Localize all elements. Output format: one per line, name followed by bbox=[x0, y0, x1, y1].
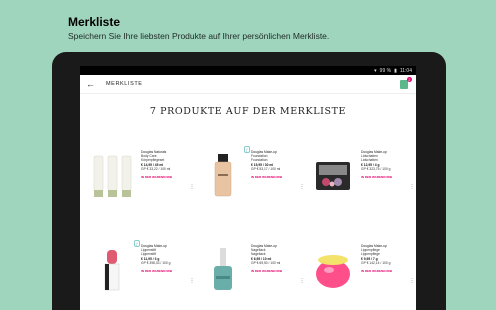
more-options-icon[interactable]: · · · bbox=[411, 182, 413, 192]
product-card[interactable]: Douglas Naturals Body Care Körperpfleges… bbox=[88, 142, 198, 212]
promo-subtitle: Speichern Sie Ihre liebsten Produkte auf… bbox=[68, 31, 330, 41]
more-options-icon[interactable]: · · · bbox=[191, 276, 193, 286]
status-bar: ▾ 99 % ▮ 11:04 bbox=[80, 66, 416, 75]
add-to-cart-link[interactable]: IN DER WARENKORB bbox=[361, 175, 409, 179]
more-options-icon[interactable]: · · · bbox=[411, 276, 413, 286]
product-base-price: GP € 398,33 / 100 g bbox=[141, 260, 171, 265]
product-card[interactable]: Douglas Make-up Nagellack Nagellack € 6,… bbox=[198, 236, 308, 306]
product-image[interactable] bbox=[88, 142, 138, 200]
product-card[interactable]: Douglas Make-up Lidschatten Lidschatten … bbox=[308, 142, 416, 212]
back-arrow-icon[interactable]: ← bbox=[86, 79, 100, 89]
app-screen: ▾ 99 % ▮ 11:04 ← MERKLISTE 2 7 PRODUKTE … bbox=[80, 66, 416, 310]
product-base-price: GP € 142,14 / 100 g bbox=[361, 260, 391, 265]
add-to-cart-link[interactable]: IN DER WARENKORB bbox=[141, 175, 189, 179]
add-to-cart-link[interactable]: IN DER WARENKORB bbox=[141, 269, 189, 273]
more-options-icon[interactable]: · · · bbox=[191, 182, 193, 192]
shopping-bag-icon[interactable] bbox=[400, 80, 408, 89]
add-to-cart-link[interactable]: IN DER WARENKORB bbox=[251, 269, 299, 273]
page-title: MERKLISTE bbox=[106, 81, 143, 87]
app-bar: ← MERKLISTE 2 bbox=[80, 75, 416, 94]
battery-icon: ▮ bbox=[394, 67, 397, 74]
more-options-icon[interactable]: · · · bbox=[301, 276, 303, 286]
more-options-icon[interactable]: · · · bbox=[301, 182, 303, 192]
product-card[interactable]: ƒ Douglas Make-up Foundation Foundation … bbox=[198, 142, 308, 212]
product-image[interactable] bbox=[198, 236, 248, 294]
wishlist-heading: 7 PRODUKTE AUF DER MERKLISTE bbox=[149, 106, 347, 117]
product-image[interactable] bbox=[308, 142, 358, 200]
product-image[interactable] bbox=[198, 142, 248, 200]
product-base-price: GP € 53,17 / 100 ml bbox=[251, 166, 281, 171]
wifi-icon: ▾ bbox=[374, 67, 377, 74]
product-card[interactable]: Douglas Make-up Lippenpflege Lippenpfleg… bbox=[308, 236, 416, 306]
product-base-price: GP € 323,75 / 100 g bbox=[361, 166, 391, 171]
product-base-price: GP € 69,50 / 100 ml bbox=[251, 260, 281, 265]
add-to-cart-link[interactable]: IN DER WARENKORB bbox=[361, 269, 409, 273]
add-to-cart-link[interactable]: IN DER WARENKORB bbox=[251, 175, 299, 179]
product-card[interactable]: ƒ Douglas Make-up Lippenstift Lippenstif… bbox=[88, 236, 198, 306]
product-image[interactable] bbox=[308, 236, 358, 294]
wishlist-content: 7 PRODUKTE AUF DER MERKLISTE Douglas Nat… bbox=[80, 106, 416, 291]
product-image[interactable] bbox=[88, 236, 138, 294]
product-base-price: GP € 33,22 / 100 ml bbox=[141, 166, 171, 171]
cart-count-badge: 2 bbox=[406, 77, 412, 82]
promo-title: Merkliste bbox=[68, 15, 121, 29]
battery-level: 99 % bbox=[379, 67, 392, 74]
clock: 11:04 bbox=[399, 67, 412, 74]
